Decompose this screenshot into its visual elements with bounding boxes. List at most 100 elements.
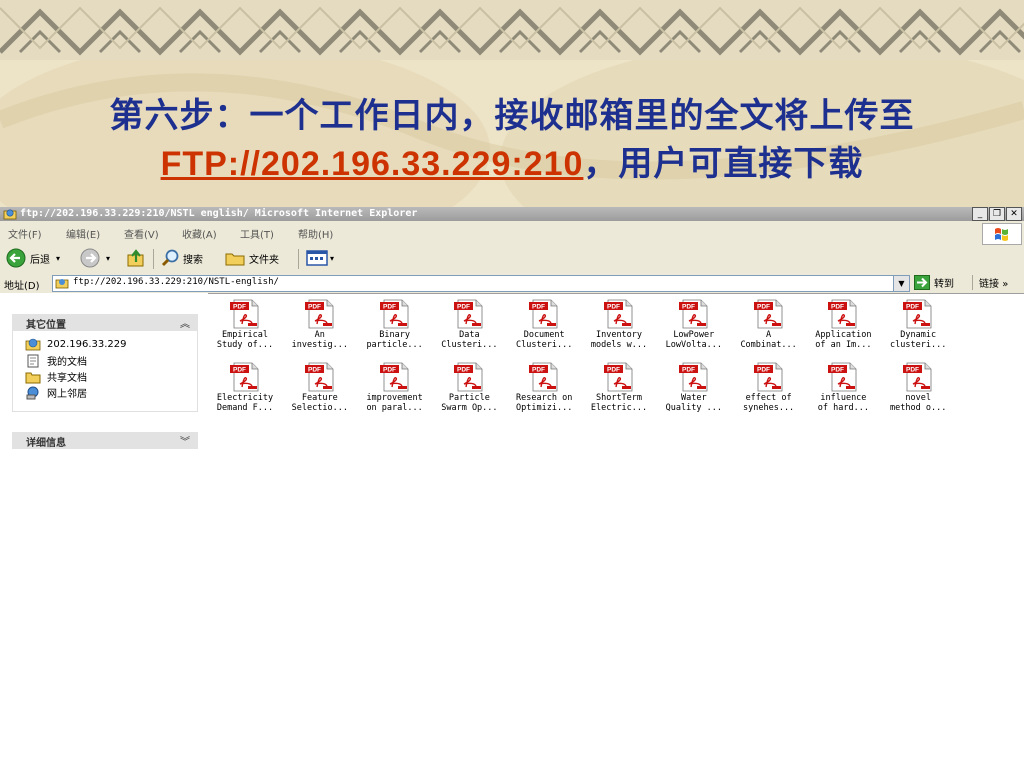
- my-documents-icon: [27, 354, 39, 367]
- address-dropdown-button[interactable]: ▼: [893, 275, 910, 292]
- back-button[interactable]: 后退 ▾: [6, 248, 60, 268]
- pdf-file-item[interactable]: PDF Feature Selectio...: [283, 362, 357, 413]
- pdf-badge-text: PDF: [682, 367, 695, 374]
- menu-favorites[interactable]: 收藏(A): [182, 226, 217, 241]
- pdf-file-item[interactable]: PDF novel method o...: [881, 362, 955, 413]
- links-label: 链接: [979, 279, 999, 290]
- pdf-file-item[interactable]: PDF Research on Optimizi...: [507, 362, 581, 413]
- minimize-button[interactable]: _: [972, 207, 988, 221]
- views-dropdown-icon[interactable]: ▾: [330, 254, 334, 263]
- pdf-file-item[interactable]: PDF ShortTerm Electric...: [582, 362, 656, 413]
- file-name-line-1: influence: [820, 393, 867, 403]
- details-header[interactable]: 详细信息 ︾: [12, 432, 198, 449]
- search-button[interactable]: 搜索: [160, 248, 203, 268]
- file-name-line-1: An: [314, 330, 325, 340]
- restore-button[interactable]: ❐: [989, 207, 1005, 221]
- pdf-badge-text: PDF: [682, 304, 695, 311]
- pdf-file-item[interactable]: PDF Electricity Demand F...: [208, 362, 282, 413]
- pdf-file-item[interactable]: PDF improvement on paral...: [358, 362, 432, 413]
- pdf-file-item[interactable]: PDF Application of an Im...: [806, 299, 880, 350]
- menu-edit[interactable]: 编辑(E): [66, 226, 100, 241]
- pdf-file-item[interactable]: PDF An investig...: [283, 299, 357, 350]
- pdf-badge-text: PDF: [457, 367, 470, 374]
- expand-chevron-icon[interactable]: ︾: [180, 433, 190, 448]
- file-name-line-2: Combinat...: [740, 340, 797, 350]
- menu-help[interactable]: 帮助(H): [298, 226, 333, 241]
- file-name-line-2: of an Im...: [815, 340, 872, 350]
- chevron-right-icon: »: [1002, 279, 1009, 290]
- pdf-file-item[interactable]: PDF influence of hard...: [806, 362, 880, 413]
- pdf-file-item[interactable]: PDF A Combinat...: [732, 299, 806, 350]
- views-button[interactable]: ▾: [305, 248, 334, 268]
- file-name-line-2: Study of...: [216, 340, 274, 350]
- menu-tools[interactable]: 工具(T): [240, 226, 274, 241]
- pdf-badge-text: PDF: [383, 367, 396, 374]
- file-name-line-2: Clusteri...: [516, 340, 573, 350]
- pdf-file-item[interactable]: PDF Water Quality ...: [657, 362, 731, 413]
- file-name-line-1: A: [766, 330, 772, 340]
- pdf-file-item[interactable]: PDF Data Clusteri...: [432, 299, 506, 350]
- pdf-badge-text: PDF: [607, 304, 620, 311]
- collapse-chevron-icon[interactable]: ︽: [180, 315, 190, 330]
- place-label: 我的文档: [47, 357, 87, 368]
- back-dropdown-icon[interactable]: ▾: [56, 254, 60, 263]
- pdf-file-item[interactable]: PDF LowPower LowVolta...: [657, 299, 731, 350]
- pdf-file-item[interactable]: PDF Binary particle...: [358, 299, 432, 350]
- pdf-file-icon: PDF: [379, 362, 408, 392]
- pdf-file-icon: PDF: [903, 299, 932, 329]
- file-name-line-1: effect of: [745, 393, 792, 403]
- place-link-network[interactable]: 网上邻居: [25, 385, 87, 400]
- pdf-badge-text: PDF: [532, 304, 545, 311]
- pdf-file-item[interactable]: PDF Particle Swarm Op...: [432, 362, 506, 413]
- pdf-file-item[interactable]: PDF Empirical Study of...: [208, 299, 282, 350]
- pdf-file-icon: PDF: [529, 299, 558, 329]
- back-label: 后退: [30, 254, 50, 266]
- pdf-file-icon: PDF: [529, 362, 558, 392]
- place-link-my-documents[interactable]: 我的文档: [25, 353, 87, 368]
- pdf-file-icon: PDF: [678, 362, 708, 392]
- go-button[interactable]: 转到: [914, 275, 954, 290]
- pdf-file-item[interactable]: PDF Dynamic clusteri...: [881, 299, 955, 350]
- links-button[interactable]: 链接 »: [972, 275, 1024, 290]
- pdf-file-item[interactable]: PDF effect of synehes...: [732, 362, 806, 413]
- forward-dropdown-icon[interactable]: ▾: [106, 254, 110, 263]
- window-titlebar[interactable]: ftp://202.196.33.229:210/NSTL english/ M…: [0, 207, 1024, 221]
- up-folder-button[interactable]: [126, 248, 146, 268]
- file-name-line-2: synehes...: [743, 403, 795, 413]
- ie-window: ftp://202.196.33.229:210/NSTL english/ M…: [0, 207, 1024, 768]
- file-name-line-2: Clusteri...: [441, 340, 498, 350]
- address-input[interactable]: ftp://202.196.33.229:210/NSTL-english/: [52, 275, 894, 292]
- pdf-file-icon: PDF: [230, 299, 259, 329]
- file-name-line-2: Selectio...: [291, 403, 348, 413]
- pdf-file-item[interactable]: PDF Document Clusteri...: [507, 299, 581, 350]
- ftp-address-link[interactable]: FTP://202.196.33.229:210: [161, 145, 584, 183]
- other-places-header[interactable]: 其它位置 ︽: [12, 314, 198, 331]
- file-name-line-1: Particle: [448, 393, 490, 403]
- file-name-line-1: Empirical: [221, 330, 269, 340]
- ftp-folder-icon: [55, 279, 69, 289]
- place-link-ftp-server[interactable]: 202.196.33.229: [25, 337, 127, 351]
- pdf-file-icon: PDF: [753, 299, 782, 329]
- pdf-file-item[interactable]: PDF Inventory models w...: [582, 299, 656, 350]
- search-label: 搜索: [183, 254, 203, 266]
- file-name-line-2: method o...: [890, 403, 947, 413]
- window-controls: _ ❐ ✕: [972, 207, 1022, 221]
- menu-view[interactable]: 查看(V): [124, 226, 159, 241]
- pdf-badge-text: PDF: [308, 367, 321, 374]
- file-name-line-1: Binary: [379, 330, 410, 340]
- file-name-line-2: LowVolta...: [665, 340, 722, 350]
- file-list: PDF Empirical Study of... PDF An investig... P…: [208, 293, 1024, 768]
- pdf-file-icon: PDF: [304, 299, 334, 329]
- file-name-line-2: of hard...: [817, 403, 869, 413]
- address-value: ftp://202.196.33.229:210/NSTL-english/: [73, 277, 279, 287]
- menu-file[interactable]: 文件(F): [8, 226, 42, 241]
- file-name-line-2: particle...: [366, 340, 423, 350]
- file-name-line-2: clusteri...: [890, 340, 947, 350]
- forward-button[interactable]: ▾: [80, 248, 110, 268]
- close-button[interactable]: ✕: [1006, 207, 1022, 221]
- place-link-shared-documents[interactable]: 共享文档: [25, 369, 87, 384]
- folders-button[interactable]: 文件夹: [224, 248, 279, 268]
- go-arrow-icon: [914, 275, 930, 290]
- file-name-line-1: improvement: [366, 393, 423, 403]
- file-name-line-1: LowPower: [673, 330, 715, 340]
